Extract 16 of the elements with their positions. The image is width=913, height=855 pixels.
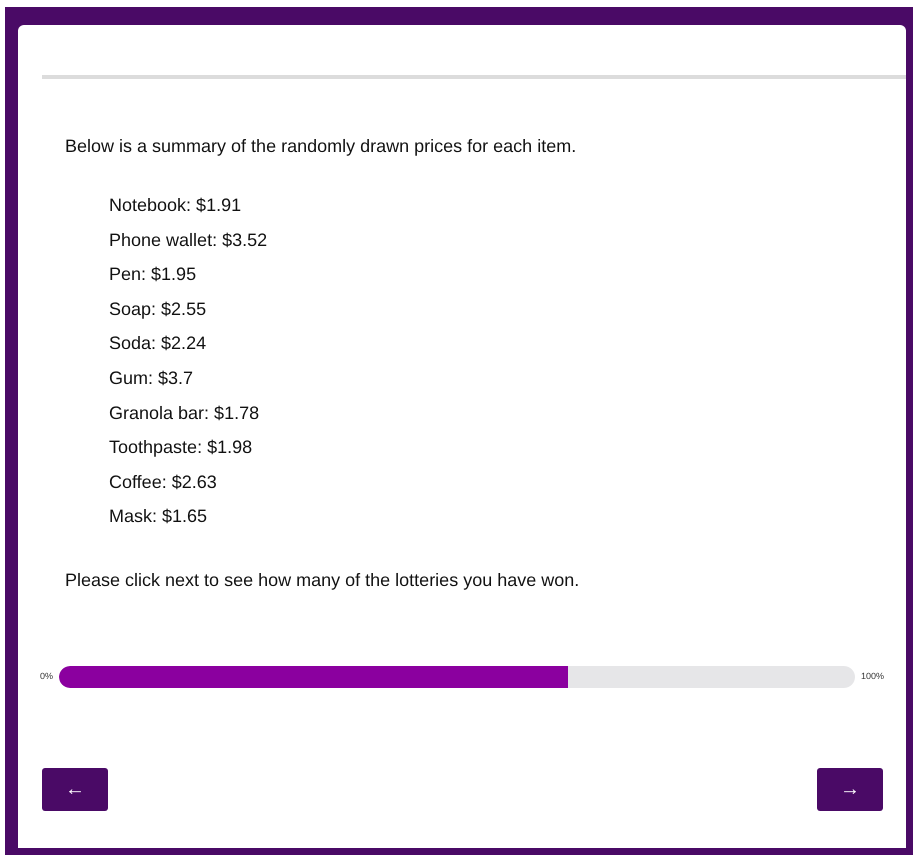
price-item: Notebook: $1.91 [109, 194, 242, 217]
price-item: Granola bar: $1.78 [109, 402, 260, 425]
price-item: Toothpaste: $1.98 [109, 436, 254, 460]
next-button[interactable]: → [817, 768, 883, 811]
price-item: Phone wallet: $3.52 [109, 228, 268, 252]
price-item: Mask: $1.65 [109, 505, 208, 528]
progress-min-label: 0% [40, 670, 54, 684]
back-button[interactable]: ← [42, 768, 108, 811]
progress-max-label: 100% [860, 670, 884, 684]
price-item: Soda: $2.24 [109, 332, 208, 356]
intro-text: Below is a summary of the randomly drawn prices for each item. [65, 135, 578, 158]
price-item: Soap: $2.55 [109, 298, 208, 321]
instruction-text: Please click next to see how many of the lotteries you have won. [65, 568, 580, 592]
price-item: Pen: $1.95 [109, 263, 198, 286]
price-item: Coffee: $2.63 [109, 470, 218, 494]
price-item: Gum: $3.7 [109, 366, 194, 390]
